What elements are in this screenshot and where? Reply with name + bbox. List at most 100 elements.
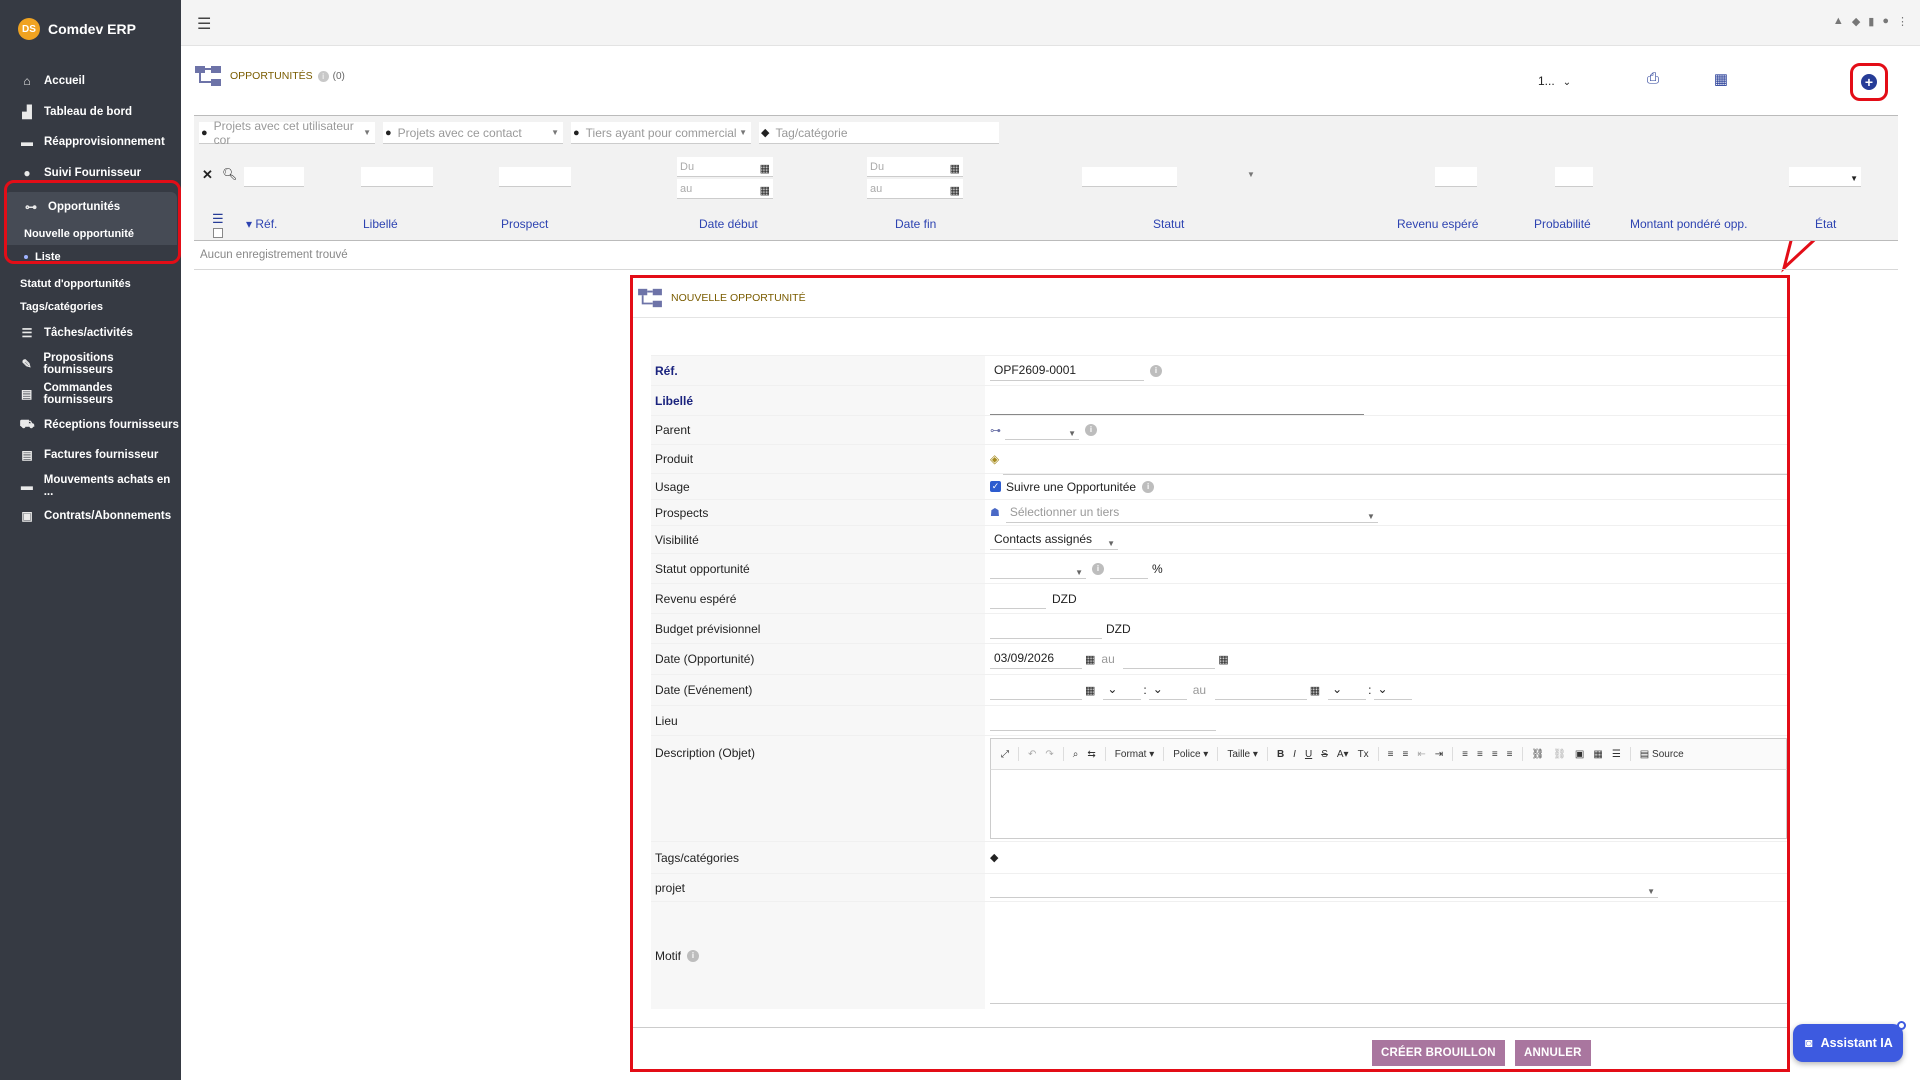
sidebar-item-label: Réapprovisionnement: [44, 136, 165, 149]
sidebar-item-mouvements[interactable]: ▬ Mouvements achats en ...: [0, 471, 181, 502]
column-header-etat[interactable]: État: [1815, 217, 1836, 231]
column-header-prospect[interactable]: Prospect: [501, 217, 548, 231]
annotation-form-highlight: [630, 275, 1790, 1072]
column-header-montant[interactable]: Montant pondéré opp.: [1630, 217, 1747, 231]
search-prospect-input[interactable]: [499, 167, 571, 187]
column-header-libelle[interactable]: Libellé: [363, 217, 398, 231]
calendar-icon: ▦: [949, 163, 960, 175]
sidebar-item-contrats[interactable]: ▣ Contrats/Abonnements: [0, 501, 181, 532]
notification-icon[interactable]: ▲: [1833, 15, 1844, 28]
chart-icon: ▟: [22, 104, 32, 119]
calendar-icon: ▦: [759, 185, 770, 197]
sidebar-item-label: Contrats/Abonnements: [44, 510, 172, 523]
page-title: OPPORTUNITÉS: [230, 70, 313, 82]
search-date-start-from[interactable]: Du ▦: [677, 157, 773, 177]
sidebar-item-label: Tableau de bord: [44, 105, 132, 118]
user-projects-filter[interactable]: ● Projets avec cet utilisateur cor ▼: [199, 118, 375, 147]
date-placeholder: au: [870, 183, 883, 195]
contact-projects-filter[interactable]: ● Projets avec ce contact ▼: [383, 122, 563, 144]
filter-placeholder: Projets avec cet utilisateur cor: [213, 118, 354, 147]
trash-icon[interactable]: ▮: [1868, 15, 1874, 28]
truck-icon: ▬: [20, 478, 33, 493]
sidebar-subitem-statut-opportunites[interactable]: Statut d'opportunités: [0, 272, 181, 295]
user-avatar-icon[interactable]: ●: [1882, 15, 1889, 28]
search-libelle-input[interactable]: [361, 167, 433, 187]
sidebar-item-label: Factures fournisseur: [44, 449, 159, 462]
chevron-down-icon: ⌄: [1562, 77, 1572, 88]
sidebar-item-taches[interactable]: ☰ Tâches/activités: [0, 318, 181, 349]
thirdparty-filter[interactable]: ● Tiers ayant pour commercial ▼: [571, 122, 751, 144]
print-button[interactable]: ⎙: [1642, 70, 1664, 92]
sidebar-item-label: Accueil: [44, 75, 85, 88]
user-icon: ●: [385, 126, 392, 139]
column-header-statut[interactable]: Statut: [1153, 217, 1184, 231]
column-header-revenu[interactable]: Revenu espéré: [1397, 217, 1478, 231]
select-all-checkbox[interactable]: [213, 228, 223, 238]
search-date-end-from[interactable]: Du ▦: [867, 157, 963, 177]
caret-down-icon: ▼: [1850, 174, 1858, 183]
search-etat-select[interactable]: ▼: [1789, 167, 1861, 187]
tasks-icon: ☰: [21, 326, 33, 341]
chat-icon[interactable]: ◆: [1852, 15, 1860, 28]
sidebar-item-label: Mouvements achats en ...: [43, 473, 171, 498]
sidebar-subitem-tags-categories[interactable]: Tags/catégories: [0, 295, 181, 318]
column-header-probabilite[interactable]: Probabilité: [1534, 217, 1591, 231]
tag-filter[interactable]: ◆ Tag/catégorie: [759, 122, 999, 144]
per-page-value: 1...: [1538, 74, 1555, 88]
search-date-start-to[interactable]: au ▦: [677, 179, 773, 199]
calendar-icon: ▦: [949, 185, 960, 197]
date-placeholder: au: [680, 183, 693, 195]
invoice-icon: ▤: [21, 448, 33, 463]
clear-filter-icon[interactable]: ✕: [202, 167, 213, 183]
sidebar-item-accueil[interactable]: ⌂ Accueil: [0, 66, 181, 97]
app-name: Comdev ERP: [48, 21, 136, 37]
top-bar: ☰ ▲ ◆ ▮ ● ⋮: [181, 0, 1920, 46]
filter-row: ● Projets avec cet utilisateur cor ▼ ● Proj…: [199, 118, 999, 147]
more-vertical-icon[interactable]: ⋮: [1897, 15, 1908, 28]
info-icon: i: [317, 70, 329, 82]
sidebar: DS Comdev ERP ⌂ Accueil ▟ Tableau de bord …: [0, 0, 181, 1080]
user-icon: ●: [201, 126, 208, 139]
home-icon: ⌂: [23, 74, 31, 89]
user-icon: ●: [573, 126, 580, 139]
column-header-ref[interactable]: ▾ Réf.: [246, 217, 277, 231]
menu-toggle-icon[interactable]: ☰: [197, 14, 211, 34]
assistant-label: Assistant IA: [1820, 1036, 1893, 1050]
search-ref-input[interactable]: [244, 167, 304, 187]
brand[interactable]: DS Comdev ERP: [0, 0, 181, 58]
column-header-date-debut[interactable]: Date début: [699, 217, 758, 231]
empty-message: Aucun enregistrement trouvé: [194, 241, 1898, 270]
header-actions: 1... ⌄ ⎙ ▦ +: [1520, 63, 1920, 101]
caret-down-icon: ▼: [1247, 170, 1255, 179]
sidebar-item-propositions[interactable]: ✎ Propositions fournisseurs: [0, 349, 181, 380]
dolly-icon: ⛟: [19, 416, 35, 431]
column-header-date-fin[interactable]: Date fin: [895, 217, 936, 231]
sidebar-item-tableau-de-bord[interactable]: ▟ Tableau de bord: [0, 97, 181, 128]
per-page-select[interactable]: 1... ⌄: [1538, 74, 1571, 88]
app-logo: DS: [18, 18, 40, 40]
search-revenu-input[interactable]: [1435, 167, 1477, 187]
list-view-icon[interactable]: ☰: [212, 211, 224, 227]
filter-placeholder: Projets avec ce contact: [397, 125, 522, 140]
page-header: OPPORTUNITÉS i (0): [194, 64, 345, 88]
filter-panel: ● Projets avec cet utilisateur cor ▼ ● Proj…: [194, 115, 1898, 241]
date-placeholder: Du: [870, 161, 885, 173]
top-icons: ▲ ◆ ▮ ● ⋮: [1833, 15, 1908, 28]
search-date-end-to[interactable]: au ▦: [867, 179, 963, 199]
assistant-ai-button[interactable]: ◙ Assistant IA: [1793, 1021, 1906, 1062]
search-row: ✕ 🔍︎ Du ▦ au ▦ Du ▦ au ▦ ▼ ▼: [199, 156, 1899, 206]
sidebar-item-factures[interactable]: ▤ Factures fournisseur: [0, 440, 181, 471]
caret-down-icon: ▼: [551, 128, 559, 137]
sitemap-icon: [195, 66, 221, 86]
search-icon[interactable]: 🔍︎: [222, 167, 237, 181]
export-excel-button[interactable]: ▦: [1710, 70, 1732, 92]
search-statut-select[interactable]: [1082, 167, 1177, 187]
sidebar-item-label: Réceptions fournisseurs: [44, 418, 179, 431]
sidebar-item-reapprovisionnement[interactable]: ▬ Réapprovisionnement: [0, 127, 181, 158]
notification-badge: [1897, 1021, 1906, 1030]
caret-down-icon: ▼: [739, 128, 747, 137]
add-new-button[interactable]: +: [1861, 74, 1877, 90]
sidebar-item-commandes[interactable]: ▤ Commandes fournisseurs: [0, 379, 181, 410]
sidebar-item-receptions[interactable]: ⛟ Réceptions fournisseurs: [0, 410, 181, 441]
search-probabilite-input[interactable]: [1555, 167, 1593, 187]
